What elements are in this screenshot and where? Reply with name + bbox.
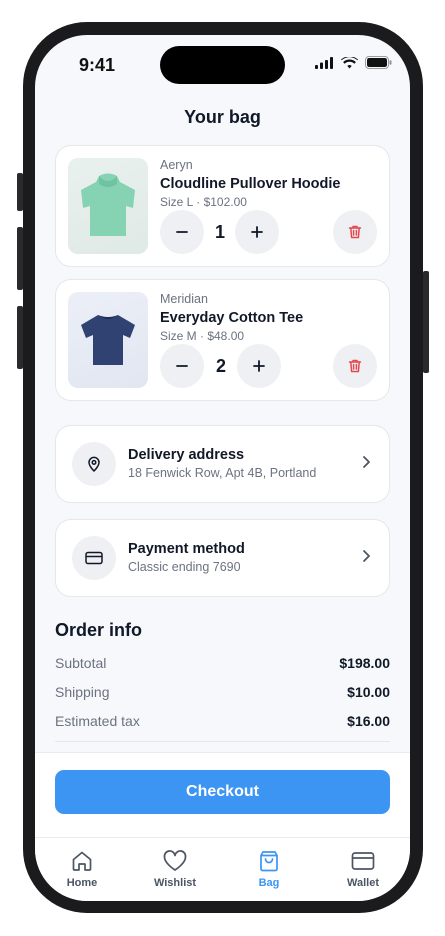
delivery-address-card[interactable]: Delivery address 18 Fenwick Row, Apt 4B,… — [55, 425, 390, 503]
trash-icon — [348, 225, 362, 239]
cellular-signal-icon — [315, 56, 333, 69]
delivery-address-title: Delivery address — [128, 447, 245, 463]
tab-wallet[interactable]: Wallet — [323, 849, 403, 889]
location-pin-icon — [72, 442, 116, 486]
plus-icon — [251, 226, 263, 238]
order-row-subtotal: Subtotal $198.00 — [55, 655, 390, 671]
product-brand: Aeryn — [160, 158, 193, 172]
hoodie-icon — [81, 173, 135, 236]
payment-method-card[interactable]: Payment method Classic ending 7690 — [55, 519, 390, 597]
cart-item: Meridian Everyday Cotton Tee Size M · $4… — [55, 279, 390, 401]
battery-icon — [365, 56, 392, 69]
dynamic-island — [160, 46, 285, 84]
minus-icon — [176, 365, 188, 367]
order-row-label: Shipping — [55, 684, 110, 700]
remove-item-button[interactable] — [333, 210, 377, 254]
page-title: Your bag — [184, 107, 261, 127]
minus-icon — [176, 231, 188, 233]
tab-bag[interactable]: Bag — [229, 849, 309, 889]
order-row-label: Subtotal — [55, 655, 107, 671]
trash-icon — [348, 359, 362, 373]
plus-icon — [253, 360, 265, 372]
tab-bar-divider — [35, 837, 410, 838]
order-info-divider — [55, 741, 390, 742]
quantity-value: 1 — [214, 222, 225, 242]
screen: 9:41 Your bag Aeryn Cloudline Pullover H… — [35, 35, 410, 901]
product-image[interactable] — [68, 158, 148, 254]
payment-method-title: Payment method — [128, 541, 245, 557]
tab-label: Home — [66, 877, 98, 889]
product-size-price: Size M · $48.00 — [160, 329, 245, 343]
order-row-value: $198.00 — [339, 655, 390, 671]
bottom-bar: Checkout Home Wishlist Bag Wallet — [35, 752, 410, 901]
product-name[interactable]: Cloudline Pullover Hoodie — [160, 176, 340, 192]
home-icon — [72, 851, 92, 871]
increase-quantity-button[interactable] — [235, 210, 279, 254]
tab-label: Wishlist — [153, 877, 197, 889]
order-info-title: Order info — [55, 620, 143, 640]
product-brand: Meridian — [160, 292, 208, 306]
order-row-value: $10.00 — [347, 684, 390, 700]
wallet-icon — [351, 852, 375, 870]
chevron-right-icon — [363, 456, 370, 468]
order-row-tax: Estimated tax $16.00 — [55, 713, 390, 729]
order-row-value: $16.00 — [347, 713, 390, 729]
payment-method-value: Classic ending 7690 — [128, 560, 241, 574]
tab-home[interactable]: Home — [42, 849, 122, 889]
order-row-shipping: Shipping $10.00 — [55, 684, 390, 700]
tab-label: Bag — [258, 877, 280, 889]
decrease-quantity-button[interactable] — [160, 210, 204, 254]
delivery-address-value: 18 Fenwick Row, Apt 4B, Portland — [128, 466, 317, 480]
product-name[interactable]: Everyday Cotton Tee — [160, 310, 303, 326]
status-icons — [315, 56, 392, 69]
credit-card-icon — [72, 536, 116, 580]
product-image[interactable] — [68, 292, 148, 388]
tab-label: Wallet — [347, 877, 379, 889]
increase-quantity-button[interactable] — [237, 344, 281, 388]
status-time: 9:41 — [79, 55, 116, 75]
cart-item: Aeryn Cloudline Pullover Hoodie Size L ·… — [55, 145, 390, 267]
chevron-right-icon — [363, 550, 370, 562]
quantity-value: 2 — [215, 356, 226, 376]
bag-icon — [260, 851, 278, 872]
remove-item-button[interactable] — [333, 344, 377, 388]
decrease-quantity-button[interactable] — [160, 344, 204, 388]
heart-icon — [163, 850, 187, 871]
tshirt-icon — [81, 315, 135, 365]
wifi-icon — [341, 56, 358, 68]
checkout-button[interactable]: Checkout — [55, 770, 390, 814]
product-size-price: Size L · $102.00 — [160, 195, 247, 209]
order-row-label: Estimated tax — [55, 713, 140, 729]
power-button — [423, 271, 429, 373]
tab-wishlist[interactable]: Wishlist — [135, 849, 215, 889]
